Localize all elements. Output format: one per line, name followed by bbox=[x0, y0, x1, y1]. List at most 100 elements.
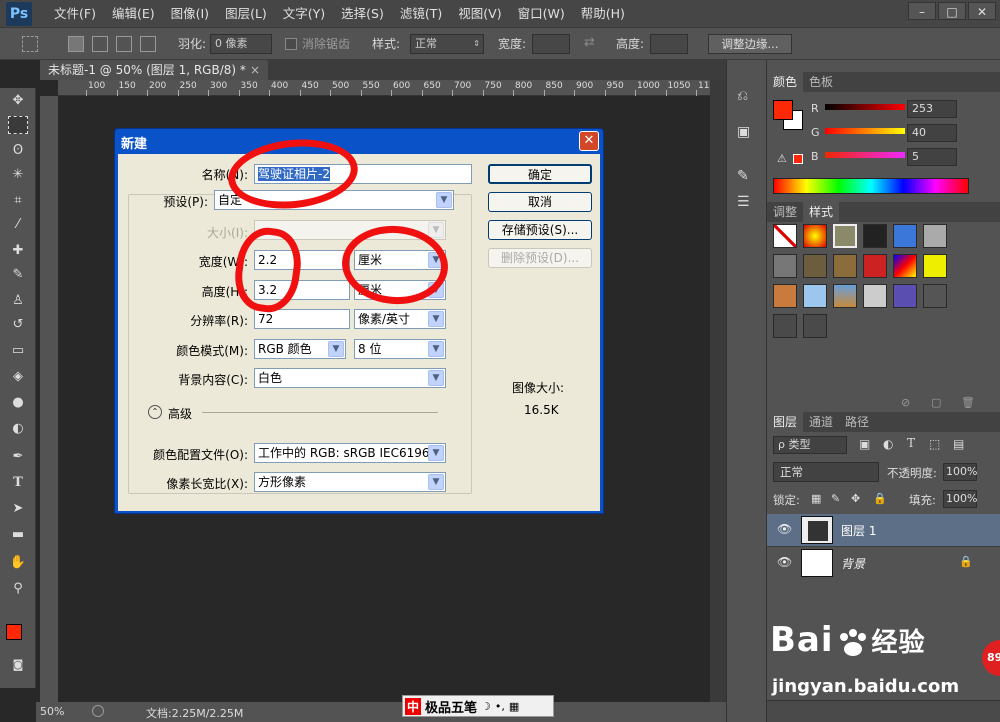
style-swatch[interactable] bbox=[893, 284, 917, 308]
color-foreground-swatch[interactable] bbox=[773, 100, 793, 120]
color-spectrum-bar[interactable] bbox=[773, 178, 969, 194]
marquee-preset-icon[interactable] bbox=[22, 36, 38, 52]
tab-adjustments[interactable]: 调整 bbox=[767, 202, 803, 222]
menu-select[interactable]: 选择(S) bbox=[333, 0, 392, 28]
lock-all-icon[interactable]: 🔒 bbox=[873, 492, 887, 505]
tab-channels[interactable]: 通道 bbox=[803, 412, 839, 432]
clone-stamp-tool-icon[interactable]: ♙ bbox=[8, 292, 28, 310]
feather-input[interactable]: 0 像素 bbox=[210, 34, 272, 54]
menu-window[interactable]: 窗口(W) bbox=[510, 0, 573, 28]
style-swatch[interactable] bbox=[923, 284, 947, 308]
style-swatch[interactable] bbox=[803, 254, 827, 278]
refine-edge-button[interactable]: 调整边缘... bbox=[708, 34, 792, 54]
style-swatch[interactable] bbox=[863, 284, 887, 308]
lock-pixels-icon[interactable]: ✎ bbox=[831, 492, 840, 505]
style-swatch[interactable] bbox=[893, 224, 917, 248]
zoom-tool-icon[interactable]: ⚲ bbox=[8, 580, 28, 598]
ime-name[interactable]: 极品五笔 bbox=[425, 697, 477, 716]
clear-style-icon[interactable]: ⊘ bbox=[901, 396, 910, 409]
move-tool-icon[interactable]: ✥ bbox=[8, 92, 28, 110]
style-swatch[interactable] bbox=[893, 254, 917, 278]
style-swatch[interactable] bbox=[803, 284, 827, 308]
dodge-tool-icon[interactable]: ◐ bbox=[8, 420, 28, 438]
brush-tool-icon[interactable]: ✎ bbox=[8, 266, 28, 284]
blur-tool-icon[interactable]: ● bbox=[8, 394, 28, 412]
dialog-close-button[interactable]: ✕ bbox=[579, 131, 599, 151]
visibility-eye-icon[interactable]: 👁 bbox=[777, 555, 792, 569]
delete-style-icon[interactable]: 🗑 bbox=[961, 396, 975, 409]
style-none-swatch[interactable] bbox=[773, 224, 797, 248]
layer-row[interactable]: 👁 图层 1 bbox=[767, 514, 1000, 546]
visibility-eye-icon[interactable]: 👁 bbox=[777, 522, 792, 536]
style-swatch[interactable] bbox=[773, 254, 797, 278]
menu-file[interactable]: 文件(F) bbox=[46, 0, 104, 28]
advanced-toggle-icon[interactable]: ⌃ bbox=[148, 405, 162, 419]
fill-input[interactable]: 100% bbox=[943, 490, 977, 508]
color-mode-select[interactable]: RGB 颜色 ▼ bbox=[254, 339, 346, 359]
menu-layer[interactable]: 图层(L) bbox=[217, 0, 275, 28]
resolution-unit-select[interactable]: 像素/英寸 ▼ bbox=[354, 309, 446, 329]
save-preset-button[interactable]: 存储预设(S)... bbox=[488, 220, 592, 240]
menu-help[interactable]: 帮助(H) bbox=[573, 0, 633, 28]
lock-transparency-icon[interactable]: ▦ bbox=[811, 492, 821, 505]
magic-wand-tool-icon[interactable]: ✳ bbox=[8, 166, 28, 184]
style-swatch[interactable] bbox=[773, 284, 797, 308]
tab-swatches[interactable]: 色板 bbox=[803, 72, 839, 92]
pixel-aspect-select[interactable]: 方形像素 ▼ bbox=[254, 472, 446, 492]
style-swatch[interactable] bbox=[833, 224, 857, 248]
style-swatch[interactable] bbox=[833, 284, 857, 308]
minimize-button[interactable]: – bbox=[908, 2, 936, 20]
adjust-sliders-icon[interactable]: ☰ bbox=[737, 194, 750, 210]
menu-image[interactable]: 图像(I) bbox=[163, 0, 217, 28]
subtract-selection-icon[interactable] bbox=[116, 36, 132, 52]
bit-depth-select[interactable]: 8 位 ▼ bbox=[354, 339, 446, 359]
filter-pixel-icon[interactable]: ▣ bbox=[859, 437, 870, 451]
status-menu-icon[interactable] bbox=[92, 705, 104, 717]
layer-row[interactable]: 👁 背景 🔒 bbox=[767, 546, 1000, 578]
intersect-selection-icon[interactable] bbox=[140, 36, 156, 52]
menu-type[interactable]: 文字(Y) bbox=[275, 0, 333, 28]
filter-type-icon[interactable]: T bbox=[907, 436, 915, 450]
style-swatch[interactable] bbox=[923, 224, 947, 248]
style-swatch[interactable] bbox=[863, 224, 887, 248]
background-contents-select[interactable]: 白色 ▼ bbox=[254, 368, 446, 388]
lasso-tool-icon[interactable]: ʘ bbox=[8, 142, 28, 160]
ime-keyboard-icon[interactable]: ▦ bbox=[509, 700, 519, 713]
r-slider[interactable] bbox=[825, 104, 905, 110]
brush-panel-icon[interactable]: ✎ bbox=[737, 168, 749, 184]
g-input[interactable]: 40 bbox=[907, 124, 957, 142]
filter-adjustment-icon[interactable]: ◐ bbox=[883, 437, 893, 451]
crop-tool-icon[interactable]: ⌗ bbox=[8, 192, 28, 210]
tab-paths[interactable]: 路径 bbox=[839, 412, 875, 432]
add-selection-icon[interactable] bbox=[92, 36, 108, 52]
swap-arrows-icon[interactable]: ⇄ bbox=[584, 35, 595, 50]
new-selection-icon[interactable] bbox=[68, 36, 84, 52]
b-input[interactable]: 5 bbox=[907, 148, 957, 166]
filter-shape-icon[interactable]: ⬚ bbox=[929, 437, 940, 451]
tab-styles[interactable]: 样式 bbox=[803, 202, 840, 222]
tab-color[interactable]: 颜色 bbox=[767, 72, 804, 92]
healing-brush-tool-icon[interactable]: ✚ bbox=[8, 242, 28, 260]
antialias-checkbox[interactable] bbox=[285, 38, 297, 50]
ime-punct-icon[interactable]: •, bbox=[495, 700, 505, 713]
menu-filter[interactable]: 滤镜(T) bbox=[392, 0, 450, 28]
document-tab[interactable]: 未标题-1 @ 50% (图层 1, RGB/8) * × bbox=[40, 60, 268, 80]
style-swatch[interactable] bbox=[833, 254, 857, 278]
style-swatch[interactable] bbox=[923, 254, 947, 278]
b-slider[interactable] bbox=[825, 152, 905, 158]
ime-moon-icon[interactable]: ☽ bbox=[481, 700, 491, 713]
menu-view[interactable]: 视图(V) bbox=[450, 0, 509, 28]
path-selection-tool-icon[interactable]: ➤ bbox=[8, 500, 28, 518]
new-style-icon[interactable]: ▢ bbox=[931, 396, 941, 409]
ime-logo[interactable]: 中 bbox=[405, 697, 422, 715]
layer-filter-select[interactable]: ρ 类型 bbox=[773, 436, 847, 454]
vertical-scrollbar[interactable] bbox=[710, 80, 726, 702]
r-input[interactable]: 253 bbox=[907, 100, 957, 118]
blend-mode-select[interactable]: 正常 bbox=[773, 462, 879, 482]
layer-name[interactable]: 背景 bbox=[841, 555, 865, 572]
style-swatch[interactable] bbox=[803, 314, 827, 338]
style-select[interactable]: 正常 ⇕ bbox=[410, 34, 484, 54]
tab-layers[interactable]: 图层 bbox=[767, 412, 804, 432]
zoom-level[interactable]: 50% bbox=[40, 705, 64, 718]
maximize-button[interactable]: □ bbox=[938, 2, 966, 20]
